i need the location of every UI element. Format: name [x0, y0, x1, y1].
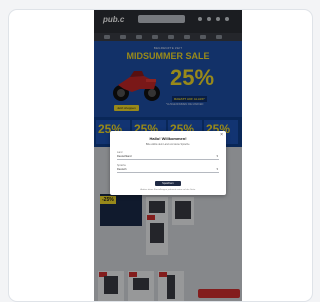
language-select[interactable]: Deutsch ▾ — [117, 167, 219, 173]
dialog-text: Bitte wähle dein Land und deine Sprache. — [145, 143, 191, 146]
preview-card: pub.c BEGRENZTE ZEIT MIDSUMMER SALE 25% … — [8, 9, 313, 302]
country-select[interactable]: Deutschland ▾ — [117, 154, 219, 160]
chevron-down-icon: ▾ — [216, 154, 218, 158]
mobile-page-screenshot: pub.c BEGRENZTE ZEIT MIDSUMMER SALE 25% … — [94, 10, 242, 301]
dialog-title: Hallo! Willkommen! — [149, 136, 187, 141]
country-value: Deutschland — [117, 155, 132, 158]
language-value: Deutsch — [117, 168, 127, 171]
chevron-down-icon: ▾ — [216, 167, 218, 171]
save-button[interactable]: Speichern — [155, 181, 181, 186]
country-language-dialog: × Hallo! Willkommen! Bitte wähle dein La… — [110, 131, 226, 195]
dialog-footer-note: Ändere deine Einstellungen jederzeit unt… — [140, 189, 196, 191]
